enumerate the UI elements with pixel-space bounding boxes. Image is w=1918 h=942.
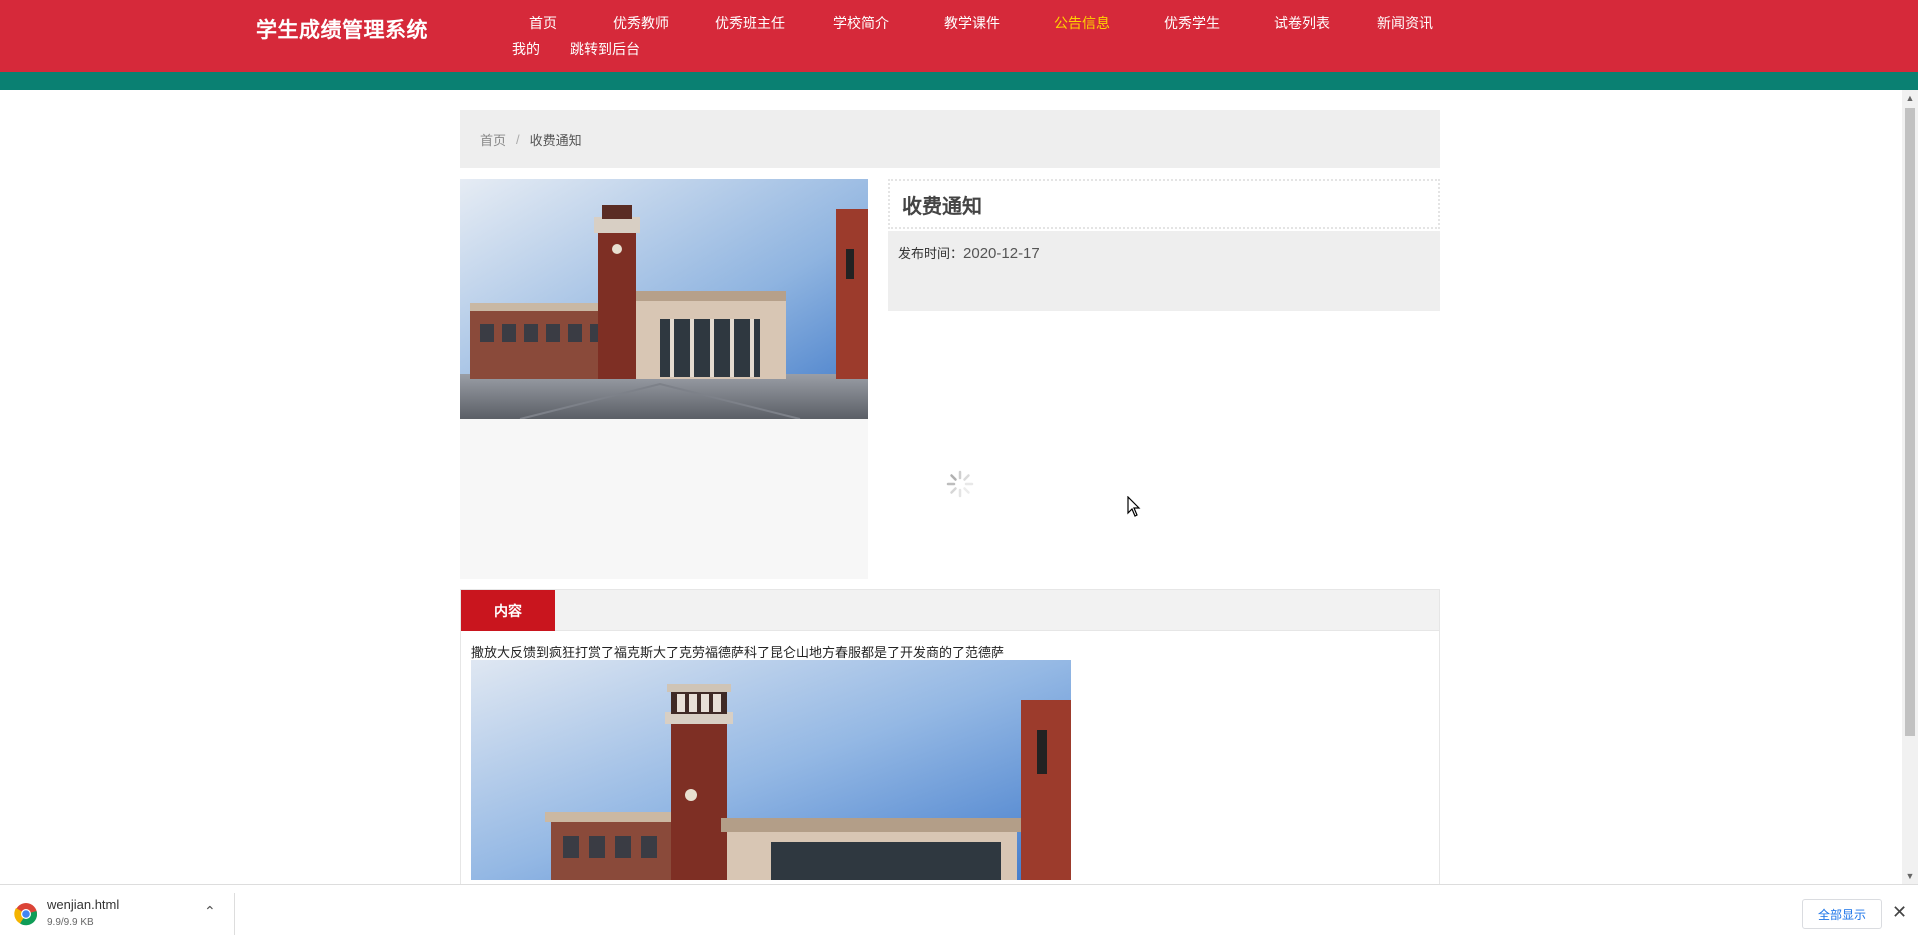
notice-meta: 发布时间：2020-12-17 — [888, 231, 1440, 311]
chevron-up-icon[interactable]: ⌃ — [204, 903, 216, 920]
breadcrumb-current: 收费通知 — [529, 132, 582, 148]
header-accent-strip — [0, 72, 1918, 90]
content-text: 撒放大反馈到疯狂打赏了福克斯大了克劳福德萨科了昆仑山地方春服都是了开发商的了范德… — [471, 645, 1005, 660]
nav-mine[interactable]: 我的 — [496, 40, 556, 58]
nav-excellent-students[interactable]: 优秀学生 — [1134, 14, 1250, 32]
close-icon[interactable]: ✕ — [1892, 902, 1907, 923]
nav-news[interactable]: 新闻资讯 — [1354, 14, 1456, 32]
loading-spinner-icon — [946, 470, 974, 498]
show-all-downloads-button[interactable]: 全部显示 — [1802, 899, 1882, 929]
main-nav: 首页 优秀教师 优秀班主任 学校简介 教学课件 公告信息 优秀学生 试卷列表 新… — [496, 14, 1456, 58]
content-panel: 内容 撒放大反馈到疯狂打赏了福克斯大了克劳福德萨科了昆仑山地方春服都是了开发商的… — [460, 589, 1440, 889]
publish-label: 发布时间： — [898, 246, 964, 261]
download-file-name[interactable]: wenjian.html — [47, 897, 119, 912]
breadcrumb-home[interactable]: 首页 — [480, 130, 506, 149]
nav-admin-backend[interactable]: 跳转到后台 — [556, 40, 696, 58]
notice-title-box: 收费通知 — [888, 179, 1440, 229]
download-divider — [234, 893, 235, 935]
nav-excellent-teachers[interactable]: 优秀教师 — [590, 14, 692, 32]
notice-title: 收费通知 — [902, 195, 982, 218]
mouse-cursor-icon — [1127, 495, 1141, 523]
breadcrumb: 首页 / 收费通知 — [460, 110, 1440, 168]
tab-content[interactable]: 内容 — [461, 590, 555, 631]
content-photo — [471, 660, 1071, 880]
download-bar: wenjian.html 9.9/9.9 KB ⌃ 全部显示 ✕ — [0, 884, 1918, 942]
cover-image-panel — [460, 179, 868, 579]
download-file-size: 9.9/9.9 KB — [47, 917, 94, 928]
scroll-up-icon[interactable]: ▲ — [1902, 90, 1918, 106]
cover-photo — [460, 179, 868, 419]
page-scrollbar[interactable]: ▲ ▼ — [1902, 90, 1918, 884]
scrollbar-thumb[interactable] — [1905, 108, 1915, 736]
breadcrumb-separator: / — [516, 131, 520, 147]
scroll-down-icon[interactable]: ▼ — [1902, 868, 1918, 884]
content-tab-bar: 内容 — [461, 590, 1439, 631]
publish-date: 2020-12-17 — [963, 245, 1040, 262]
nav-home[interactable]: 首页 — [496, 14, 590, 32]
nav-announcements[interactable]: 公告信息 — [1030, 14, 1134, 32]
nav-courseware[interactable]: 教学课件 — [914, 14, 1030, 32]
chrome-file-icon — [14, 902, 38, 926]
nav-school-intro[interactable]: 学校简介 — [808, 14, 914, 32]
nav-exam-papers[interactable]: 试卷列表 — [1250, 14, 1354, 32]
site-brand[interactable]: 学生成绩管理系统 — [256, 14, 428, 44]
nav-excellent-head-teachers[interactable]: 优秀班主任 — [692, 14, 808, 32]
top-navbar: 学生成绩管理系统 首页 优秀教师 优秀班主任 学校简介 教学课件 公告信息 优秀… — [0, 0, 1918, 72]
